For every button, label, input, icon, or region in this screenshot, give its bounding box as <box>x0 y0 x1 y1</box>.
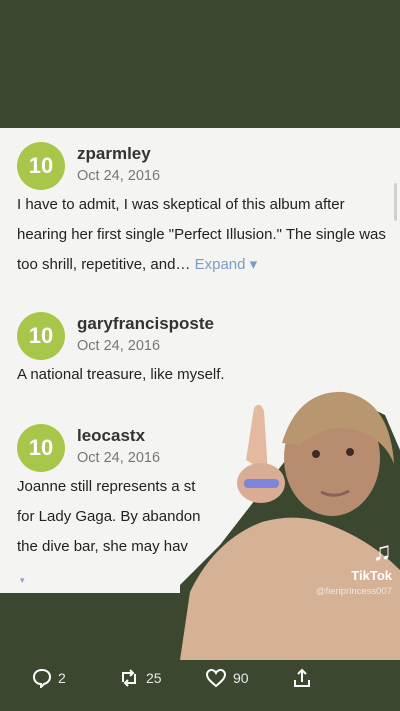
tiktok-icon: ♫ <box>372 536 393 566</box>
comment-count: 2 <box>58 670 66 686</box>
person-overlay-image <box>180 391 400 660</box>
review-username[interactable]: leocastx <box>77 426 145 446</box>
repost-icon <box>122 669 136 687</box>
heart-icon <box>205 668 227 688</box>
scrollbar[interactable] <box>394 183 397 221</box>
tiktok-watermark: ♫ TikTok @fieriprincess007 <box>316 538 392 597</box>
review-date: Oct 24, 2016 <box>77 168 161 184</box>
chevron-down-icon[interactable]: ▾ <box>20 575 25 586</box>
comment-icon <box>32 668 52 688</box>
review-date: Oct 24, 2016 <box>77 338 161 354</box>
review-username[interactable]: garyfrancisposte <box>77 314 214 334</box>
review-date: Oct 24, 2016 <box>77 450 161 466</box>
comment-button[interactable]: 2 <box>32 668 66 688</box>
tiktok-brand: TikTok <box>351 568 392 583</box>
repost-button[interactable]: 25 <box>118 668 162 688</box>
repost-count: 25 <box>146 670 162 686</box>
review-text: I have to admit, I was skeptical of this… <box>17 190 387 280</box>
share-button[interactable] <box>292 668 312 688</box>
review-username[interactable]: zparmley <box>77 144 151 164</box>
like-button[interactable]: 90 <box>205 668 249 688</box>
tiktok-handle[interactable]: @fieriprincess007 <box>316 586 392 597</box>
score-badge: 10 <box>17 312 65 360</box>
like-count: 90 <box>233 670 249 686</box>
expand-link[interactable]: Expand ▾ <box>195 256 258 273</box>
post-actions-bar: 2 25 90 <box>0 651 400 711</box>
score-badge: 10 <box>17 142 65 190</box>
score-badge: 10 <box>17 424 65 472</box>
share-icon <box>294 668 310 687</box>
